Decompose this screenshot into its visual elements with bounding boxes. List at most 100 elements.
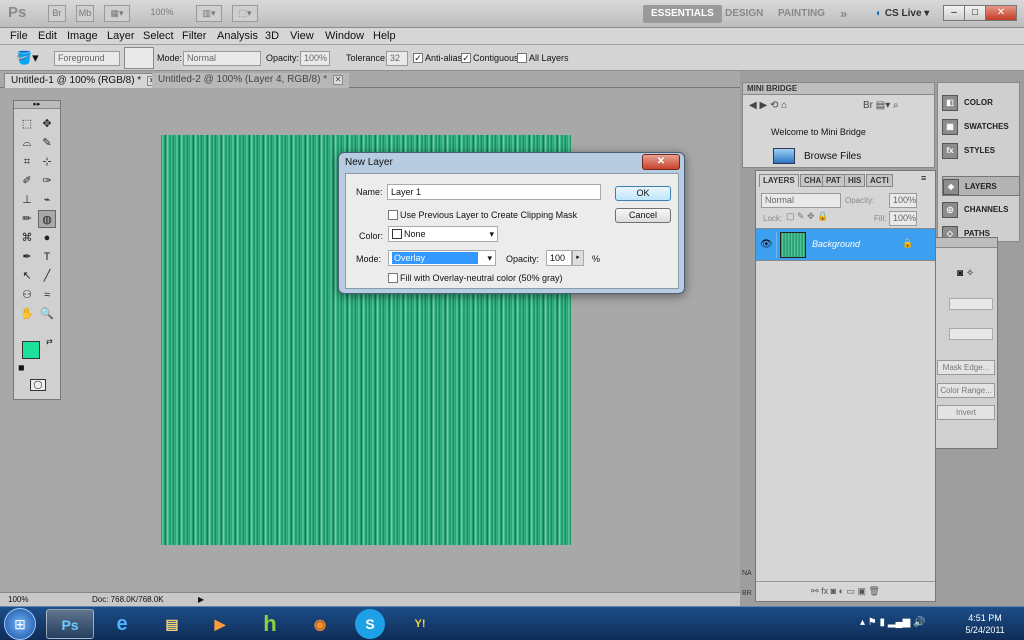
3d-rotate-tool-icon[interactable]: ⚇ [18, 286, 36, 304]
quick-selection-tool-icon[interactable]: ✎ [38, 134, 56, 152]
layer-row-background[interactable]: 👁 Background 🔒 [756, 228, 935, 261]
paint-bucket-tool-icon[interactable]: 🪣▾ [16, 50, 39, 66]
tab-history[interactable]: HIS [844, 174, 866, 187]
menu-file[interactable]: File [10, 30, 28, 42]
toolbox-collapse-icon[interactable]: ▸▸ [14, 101, 60, 109]
maximize-button[interactable]: □ [964, 5, 986, 21]
clock[interactable]: 4:51 PM 5/24/2011 [955, 612, 1015, 636]
panel-menu-icon[interactable]: ≡ [921, 173, 926, 183]
zoom-tool-icon[interactable]: 🔍 [38, 305, 56, 323]
cancel-button[interactable]: Cancel [615, 208, 671, 223]
default-colors-icon[interactable]: ◼ [18, 363, 25, 372]
menu-help[interactable]: Help [373, 30, 396, 42]
screen-mode-button[interactable]: ⬚▾ [232, 5, 258, 22]
foreground-color-swatch[interactable] [22, 341, 40, 359]
more-workspaces-icon[interactable]: » [840, 5, 847, 23]
close-tab-icon[interactable]: ✕ [333, 75, 344, 85]
eraser-tool-icon[interactable]: ✏ [18, 210, 36, 228]
layer-name[interactable]: Background [812, 239, 860, 249]
menu-select[interactable]: Select [143, 30, 174, 42]
panel-swatches[interactable]: ▦ SWATCHES [942, 117, 1020, 137]
crop-tool-icon[interactable]: ⌗ [18, 153, 36, 171]
lock-icons[interactable]: ▢ ✎ ✥ 🔒 [786, 211, 828, 222]
taskbar-ie-icon[interactable]: e [98, 609, 146, 639]
move-tool-icon[interactable]: ✥ [38, 115, 56, 133]
taskbar-explorer-icon[interactable]: ▤ [148, 609, 196, 639]
workspace-design[interactable]: DESIGN [725, 5, 763, 23]
layer-name-input[interactable]: Layer 1 [387, 184, 601, 200]
menu-layer[interactable]: Layer [107, 30, 135, 42]
layer-opacity-field[interactable]: 100% [889, 193, 917, 208]
launch-bridge-button[interactable]: Br [48, 5, 66, 22]
blur-tool-icon[interactable]: ⌘ [18, 229, 36, 247]
clone-stamp-tool-icon[interactable]: ⊥ [18, 191, 36, 209]
marquee-tool-icon[interactable]: ⬚ [18, 115, 36, 133]
taskbar-yahoo-messenger-icon[interactable]: Y! [396, 609, 444, 639]
tab-paths[interactable]: PAT [822, 174, 845, 187]
layer-fill-field[interactable]: 100% [889, 211, 917, 226]
clipping-mask-checkbox[interactable] [388, 210, 398, 220]
workspace-essentials[interactable]: ESSENTIALS [643, 5, 722, 23]
collapsed-panel-label-2[interactable]: BR [742, 590, 752, 597]
arrange-documents-button[interactable]: ▥▾ [196, 5, 222, 22]
menu-window[interactable]: Window [325, 30, 364, 42]
status-zoom[interactable]: 100% [8, 594, 28, 606]
panel-color[interactable]: ◧ COLOR [942, 93, 1020, 113]
tab-actions[interactable]: ACTI [866, 174, 893, 187]
layers-footer-icons[interactable]: ⚯ fx ◙ ◐ ▭ ▣ 🗑 [756, 581, 935, 601]
antialias-checkbox[interactable]: ✓ [413, 53, 423, 63]
menu-view[interactable]: View [290, 30, 314, 42]
hand-tool-icon[interactable]: ✋ [18, 305, 36, 323]
system-tray-icons[interactable]: ▴ ⚑ ▮ ▂▄▆ 🔊 [860, 617, 926, 628]
status-menu-icon[interactable]: ▶ [198, 594, 204, 606]
dodge-tool-icon[interactable]: ● [38, 229, 56, 247]
3d-orbit-tool-icon[interactable]: ≈ [38, 286, 56, 304]
fill-neutral-checkbox[interactable] [388, 273, 398, 283]
dialog-close-button[interactable]: ✕ [642, 154, 680, 170]
pen-tool-icon[interactable]: ✒ [18, 248, 36, 266]
tab-untitled-1[interactable]: Untitled-1 @ 100% (RGB/8) *✕ [4, 73, 165, 88]
opacity-input[interactable]: 100 [546, 250, 572, 266]
minimize-button[interactable]: – [943, 5, 965, 21]
tab-layers[interactable]: LAYERS [759, 174, 799, 187]
lasso-tool-icon[interactable]: ⌓ [18, 134, 36, 152]
opacity-slider-button[interactable]: ▸ [572, 250, 584, 266]
taskbar-skype-icon[interactable]: S [355, 609, 385, 639]
menu-analysis[interactable]: Analysis [217, 30, 258, 42]
taskbar-firefox-icon[interactable]: ◉ [296, 609, 344, 639]
start-button-icon[interactable]: ⊞ [4, 608, 36, 640]
browse-files-link[interactable]: Browse Files [804, 151, 861, 162]
cs-live-button[interactable]: ◐ CS Live ▾ [876, 5, 929, 23]
menu-image[interactable]: Image [67, 30, 98, 42]
view-extras-button[interactable]: ▦▾ [104, 5, 130, 22]
collapsed-panel-label[interactable]: NA [742, 570, 752, 577]
menu-3d[interactable]: 3D [265, 30, 279, 42]
contiguous-checkbox[interactable]: ✓ [461, 53, 471, 63]
color-range-button[interactable]: Color Range... [937, 383, 995, 398]
layer-blend-mode-select[interactable]: Normal [761, 193, 841, 208]
color-select[interactable]: None ▾ [388, 226, 498, 242]
tolerance-field[interactable]: 32 [386, 51, 408, 66]
mode-select[interactable]: Normal [183, 51, 261, 66]
zoom-level[interactable]: 100% [140, 5, 184, 22]
density-field[interactable] [949, 298, 993, 310]
line-tool-icon[interactable]: ╱ [38, 267, 56, 285]
type-tool-icon[interactable]: T [38, 248, 56, 266]
visibility-eye-icon[interactable]: 👁 [760, 239, 773, 250]
opacity-field[interactable]: 100% [300, 51, 330, 66]
invert-button[interactable]: Invert [937, 405, 995, 420]
menu-edit[interactable]: Edit [38, 30, 57, 42]
brush-tool-icon[interactable]: ✑ [38, 172, 56, 190]
ok-button[interactable]: OK [615, 186, 671, 201]
menu-filter[interactable]: Filter [182, 30, 206, 42]
taskbar-hulu-icon[interactable]: h [246, 609, 294, 639]
nav-back-forward-icon[interactable]: ◀ ▶ ⟲ ⌂ [749, 100, 787, 111]
tab-untitled-2[interactable]: Untitled-2 @ 100% (Layer 4, RGB/8) * ✕ [152, 73, 350, 88]
swap-colors-icon[interactable]: ⇄ [46, 337, 53, 346]
mode-select[interactable]: Overlay ▾ [388, 250, 496, 266]
history-brush-tool-icon[interactable]: ⌁ [38, 191, 56, 209]
quick-mask-icon[interactable]: ◯ [30, 379, 46, 391]
workspace-painting[interactable]: PAINTING [778, 5, 825, 23]
healing-brush-tool-icon[interactable]: ✐ [18, 172, 36, 190]
feather-field[interactable] [949, 328, 993, 340]
